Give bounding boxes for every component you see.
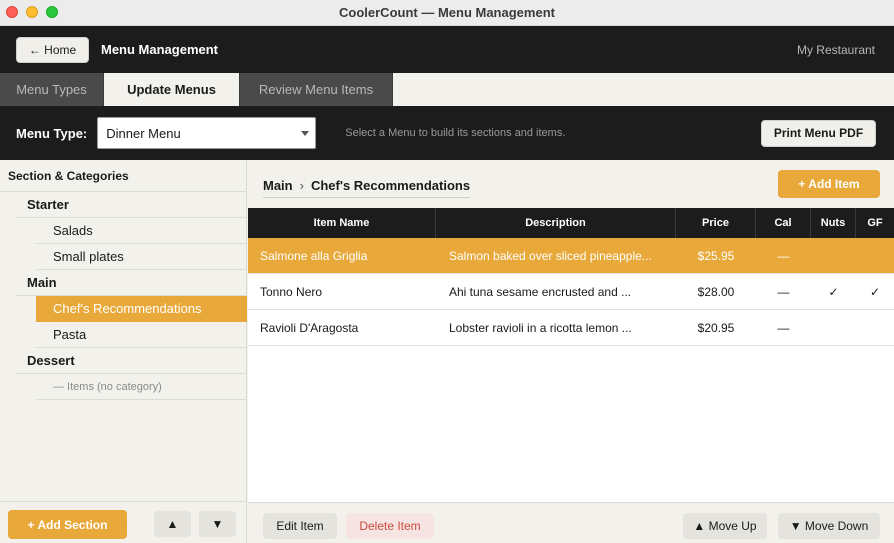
- traffic-lights: [6, 6, 58, 18]
- cell-description: Ahi tuna sesame encrusted and ...: [449, 284, 632, 299]
- column-header-description[interactable]: Description: [436, 208, 676, 238]
- category-salads[interactable]: Salads: [36, 218, 247, 244]
- tab-menu-types[interactable]: Menu Types: [0, 73, 104, 106]
- cell-description: Lobster ravioli in a ricotta lemon ...: [449, 320, 632, 335]
- menu-type-label: Menu Type:: [16, 125, 88, 141]
- category-no-category[interactable]: — Items (no category): [36, 374, 247, 400]
- sidebar-footer: + Add Section ▲ ▼: [0, 501, 246, 543]
- chevron-down-icon: [301, 131, 310, 136]
- tab-update-menus[interactable]: Update Menus: [104, 73, 240, 106]
- cell-cal: —: [777, 284, 790, 299]
- check-icon: ✓: [828, 284, 839, 299]
- cell-description: Salmon baked over sliced pineapple...: [449, 248, 652, 263]
- add-section-button[interactable]: + Add Section: [8, 510, 127, 539]
- table-row[interactable]: Ravioli D'Aragosta Lobster ravioli in a …: [248, 310, 894, 346]
- section-main[interactable]: Main: [16, 270, 247, 296]
- move-down-button[interactable]: ▼ Move Down: [778, 513, 880, 539]
- cell-price: $25.95: [697, 248, 735, 263]
- menu-type-bar: Menu Type: Dinner Menu Select a Menu to …: [0, 106, 894, 160]
- window-titlebar: CoolerCount — Menu Management: [0, 0, 894, 26]
- table-row[interactable]: Tonno Nero Ahi tuna sesame encrusted and…: [248, 274, 894, 310]
- menu-type-hint: Select a Menu to build its sections and …: [345, 127, 566, 139]
- sidebar-header: Section & Categories: [0, 160, 246, 192]
- tab-review-menu-items[interactable]: Review Menu Items: [240, 73, 393, 106]
- sidebar: Section & Categories Starter Salads Smal…: [0, 160, 247, 543]
- cell-nuts: [811, 310, 856, 345]
- check-icon: ✓: [869, 284, 881, 299]
- menu-type-value: Dinner Menu: [106, 125, 181, 141]
- table-header: Item Name Description Price Cal Nuts GF: [248, 208, 894, 238]
- delete-item-button[interactable]: Delete Item: [346, 513, 434, 539]
- section-dessert[interactable]: Dessert: [16, 348, 247, 374]
- restaurant-name: My Restaurant: [796, 42, 875, 57]
- table-row[interactable]: Salmone alla Griglia Salmon baked over s…: [248, 238, 894, 274]
- close-window-button[interactable]: [6, 6, 18, 18]
- main-footer: Edit Item Delete Item ▲ Move Up ▼ Move D…: [248, 502, 894, 543]
- cell-cal: —: [777, 320, 790, 335]
- breadcrumb: Main › Chef's Recommendations: [263, 174, 471, 198]
- move-section-down-button[interactable]: ▼: [199, 511, 236, 537]
- minimize-window-button[interactable]: [26, 6, 38, 18]
- category-small-plates[interactable]: Small plates: [36, 244, 247, 270]
- column-header-gf[interactable]: GF: [856, 208, 894, 238]
- print-menu-pdf-button[interactable]: Print Menu PDF: [761, 119, 876, 147]
- move-up-button[interactable]: ▲ Move Up: [683, 513, 767, 539]
- move-section-up-button[interactable]: ▲: [154, 511, 191, 537]
- cell-price: $28.00: [697, 284, 735, 299]
- tab-bar-spacer: [393, 73, 894, 106]
- cell-item-name: Tonno Nero: [260, 284, 323, 299]
- window-title: CoolerCount — Menu Management: [339, 5, 555, 20]
- cell-item-name: Salmone alla Griglia: [260, 248, 368, 263]
- tab-bar: Menu Types Update Menus Review Menu Item…: [0, 73, 894, 106]
- column-header-price[interactable]: Price: [676, 208, 756, 238]
- column-header-cal[interactable]: Cal: [756, 208, 811, 238]
- app-header: ← Home Menu Management My Restaurant: [0, 26, 894, 73]
- main-panel: Main › Chef's Recommendations + Add Item…: [248, 160, 894, 543]
- column-header-item-name[interactable]: Item Name: [248, 208, 436, 238]
- page-title: Menu Management: [101, 42, 219, 57]
- zoom-window-button[interactable]: [46, 6, 58, 18]
- cell-item-name: Ravioli D'Aragosta: [260, 320, 359, 335]
- edit-item-button[interactable]: Edit Item: [263, 513, 337, 539]
- cell-cal: —: [777, 248, 790, 263]
- add-item-button[interactable]: + Add Item: [778, 170, 880, 198]
- category-pasta[interactable]: Pasta: [36, 322, 247, 348]
- cell-gf: [856, 238, 894, 273]
- cell-price: $20.95: [697, 320, 735, 335]
- category-chefs-recommendations[interactable]: Chef's Recommendations: [36, 296, 247, 322]
- cell-gf: [856, 310, 894, 345]
- breadcrumb-section: Main: [263, 178, 293, 193]
- breadcrumb-category: Chef's Recommendations: [310, 178, 471, 193]
- column-header-nuts[interactable]: Nuts: [811, 208, 856, 238]
- menu-type-select[interactable]: Dinner Menu: [97, 117, 317, 149]
- section-starter[interactable]: Starter: [16, 192, 247, 218]
- home-button[interactable]: ← Home: [16, 36, 89, 63]
- cell-nuts: [811, 238, 856, 273]
- items-table: Item Name Description Price Cal Nuts GF …: [248, 208, 894, 502]
- breadcrumb-separator: ›: [299, 178, 304, 193]
